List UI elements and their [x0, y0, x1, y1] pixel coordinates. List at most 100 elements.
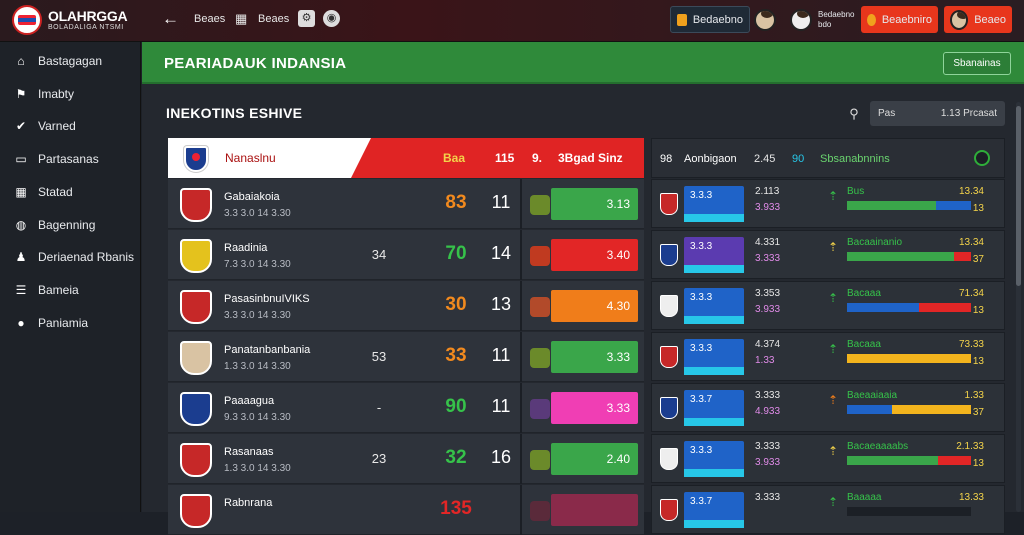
- sidebar-item-label: Bastagagan: [38, 54, 103, 68]
- grid-icon[interactable]: ▦: [235, 11, 247, 27]
- stat-value-2: 3.933: [755, 304, 781, 315]
- stats-header-e: Sbsanabnnins: [820, 153, 890, 165]
- stats-row[interactable]: 3.3.3 3.353 3.933 ⇡ Bacaaa 71.34 13: [651, 281, 1005, 330]
- stat-score-sub: 37: [972, 407, 984, 418]
- sidebar-item-4[interactable]: ▭ Partasanas: [0, 144, 141, 174]
- live-indicator-icon[interactable]: [974, 150, 990, 166]
- table-row[interactable]: PasasinbnuIVIKS 3.3 3.0 14 3.30 30 13 4.30: [168, 281, 644, 331]
- stats-row[interactable]: 3.3.3 4.374 1.33 ⇡ Bacaaa 73.33 13: [651, 332, 1005, 381]
- search-input[interactable]: Pas 1.13 Prcasat: [870, 101, 1005, 126]
- table-row[interactable]: Gabaiakoia 3.3 3.0 14 3.30 83 11 3.13: [168, 179, 644, 229]
- table-row[interactable]: Panatanbanbania 1.3 3.0 14 3.30 53 33 11 3.33: [168, 332, 644, 382]
- nav-link-2[interactable]: Beaes: [258, 13, 289, 25]
- filter-icon[interactable]: ⚙: [298, 10, 315, 27]
- search-icon[interactable]: ⚲: [842, 102, 866, 126]
- form-icon: [530, 399, 550, 419]
- stat-value-1: 4.374: [755, 339, 781, 350]
- sidebar-item-label: Statad: [38, 184, 73, 199]
- user-name: Bedaebno: [818, 9, 855, 19]
- col-header-1[interactable]: Baa: [443, 151, 465, 165]
- team-stats: 9.3 3.0 14 3.30: [224, 412, 291, 423]
- team-crest-icon: [660, 448, 678, 470]
- primary-action-label: Beaebniro: [881, 13, 932, 26]
- sidebar-item-label: Bameia: [38, 282, 79, 297]
- table-row[interactable]: Rabnrana 135: [168, 485, 644, 535]
- grid-icon: ▦: [15, 184, 27, 199]
- profile-button[interactable]: Beaeo: [944, 6, 1012, 33]
- brand-logo[interactable]: [12, 5, 42, 35]
- primary-action-button[interactable]: Beaebniro: [861, 6, 938, 33]
- progress-bar: [847, 354, 971, 363]
- rating-bar: [551, 494, 638, 526]
- sidebar-item-label: Varned: [38, 119, 76, 134]
- scrollbar[interactable]: [1016, 102, 1021, 512]
- points-value: 90: [445, 396, 467, 417]
- user-menu[interactable]: Bedaebno bdo: [788, 6, 858, 33]
- stats-row[interactable]: 3.3.3 2.113 3.933 ⇡ Bus 13.34 13: [651, 179, 1005, 228]
- matches-value: 23: [371, 451, 387, 466]
- stats-header-c: 2.45: [754, 153, 776, 165]
- stats-row[interactable]: 3.3.7 3.333 ⇡ Baaaaa 13.33: [651, 485, 1005, 534]
- stat-label: Baeaaiaaia: [847, 390, 898, 401]
- col-header-2[interactable]: 115: [495, 151, 514, 165]
- matches-value: 53: [371, 349, 387, 364]
- stats-row[interactable]: 3.3.3 4.331 3.333 ⇡ Bacaainanio 13.34 37: [651, 230, 1005, 279]
- sidebar-item-label: Imabty: [38, 86, 75, 101]
- trend-icon: ⇡: [828, 495, 839, 509]
- table-row[interactable]: Raadinia 7.3 3.0 14 3.30 34 70 14 3.40: [168, 230, 644, 280]
- search-left-text: Pas: [878, 108, 896, 119]
- banner-button[interactable]: Sbanainas: [943, 52, 1011, 75]
- stat-score-sub: 13: [972, 458, 984, 469]
- stat-label: Bacaaa: [847, 288, 881, 299]
- team-name: Panatanbanbania: [224, 344, 311, 356]
- points-value: 135: [440, 498, 472, 519]
- team-crest-icon: [660, 346, 678, 368]
- search-right-text: 1.13 Prcasat: [940, 108, 997, 119]
- team-crest-icon: [180, 188, 212, 222]
- avatar-1[interactable]: [754, 6, 782, 33]
- matches-value: -: [376, 400, 382, 415]
- sidebar-item-3[interactable]: ✔ Varned: [0, 111, 141, 141]
- stats-row[interactable]: 3.3.3 3.333 3.933 ⇡ Bacaeaaaabs 2.1.33 13: [651, 434, 1005, 483]
- form-value: 3.3.3: [690, 292, 713, 303]
- sidebar-item-8[interactable]: ☰ Bameia: [0, 275, 141, 305]
- trend-icon: ⇡: [828, 291, 839, 305]
- col-header-3[interactable]: 9.: [532, 151, 542, 165]
- table-row[interactable]: Paaaagua 9.3 3.0 14 3.30 - 90 11 3.33: [168, 383, 644, 433]
- team-stats: 3.3 3.0 14 3.30: [224, 310, 291, 321]
- form-value: 3.3.7: [690, 496, 713, 507]
- standings-header: Nanaslnu Baa 115 9. 3Bgad Sinz: [168, 138, 644, 178]
- stat-value-1: 3.333: [755, 492, 781, 503]
- trend-icon: ⇡: [828, 342, 839, 356]
- sidebar-item-2[interactable]: ⚑ Imabty: [0, 79, 141, 109]
- form-icon: [530, 246, 550, 266]
- rank-value: 11: [491, 192, 511, 212]
- stat-score: 1.33: [964, 390, 984, 401]
- sidebar-item-1[interactable]: ⌂ Bastagagan: [0, 46, 141, 76]
- settings-icon[interactable]: ◉: [323, 10, 340, 27]
- progress-bar: [847, 405, 971, 414]
- brand-tagline: BOLADALIGA NTSMI: [48, 24, 124, 31]
- alerts-button[interactable]: Bedaebno: [670, 6, 750, 33]
- rank-value: 13: [490, 294, 512, 314]
- sidebar-item-5[interactable]: ▦ Statad: [0, 177, 141, 207]
- table-row[interactable]: Rasanaas 1.3 3.0 14 3.30 23 32 16 2.40: [168, 434, 644, 484]
- stat-score: 13.34: [958, 186, 984, 197]
- sidebar-item-9[interactable]: ● Paniamia: [0, 308, 141, 338]
- stat-value-2: 4.933: [755, 406, 781, 417]
- bell-icon: [677, 13, 687, 26]
- stat-score: 2.1.33: [956, 441, 984, 452]
- form-icon: [530, 450, 550, 470]
- stats-row[interactable]: 3.3.7 3.333 4.933 ⇡ Baeaaiaaia 1.33 37: [651, 383, 1005, 432]
- arrow-left-icon[interactable]: ←: [162, 9, 179, 29]
- trend-icon: ⇡: [828, 444, 839, 458]
- stat-value-2: 1.33: [755, 355, 775, 366]
- sidebar-item-6[interactable]: ◍ Bagenning: [0, 210, 141, 240]
- sidebar-item-7[interactable]: ♟ Deriaenad Rbanis: [0, 242, 141, 272]
- rating-value: 2.40: [606, 452, 630, 466]
- stat-score: 13.34: [958, 237, 984, 248]
- col-header-4[interactable]: 3Bgad Sinz: [558, 151, 623, 165]
- form-icon: [530, 195, 550, 215]
- nav-link-1[interactable]: Beaes: [194, 13, 225, 25]
- rating-value: 3.40: [606, 248, 630, 262]
